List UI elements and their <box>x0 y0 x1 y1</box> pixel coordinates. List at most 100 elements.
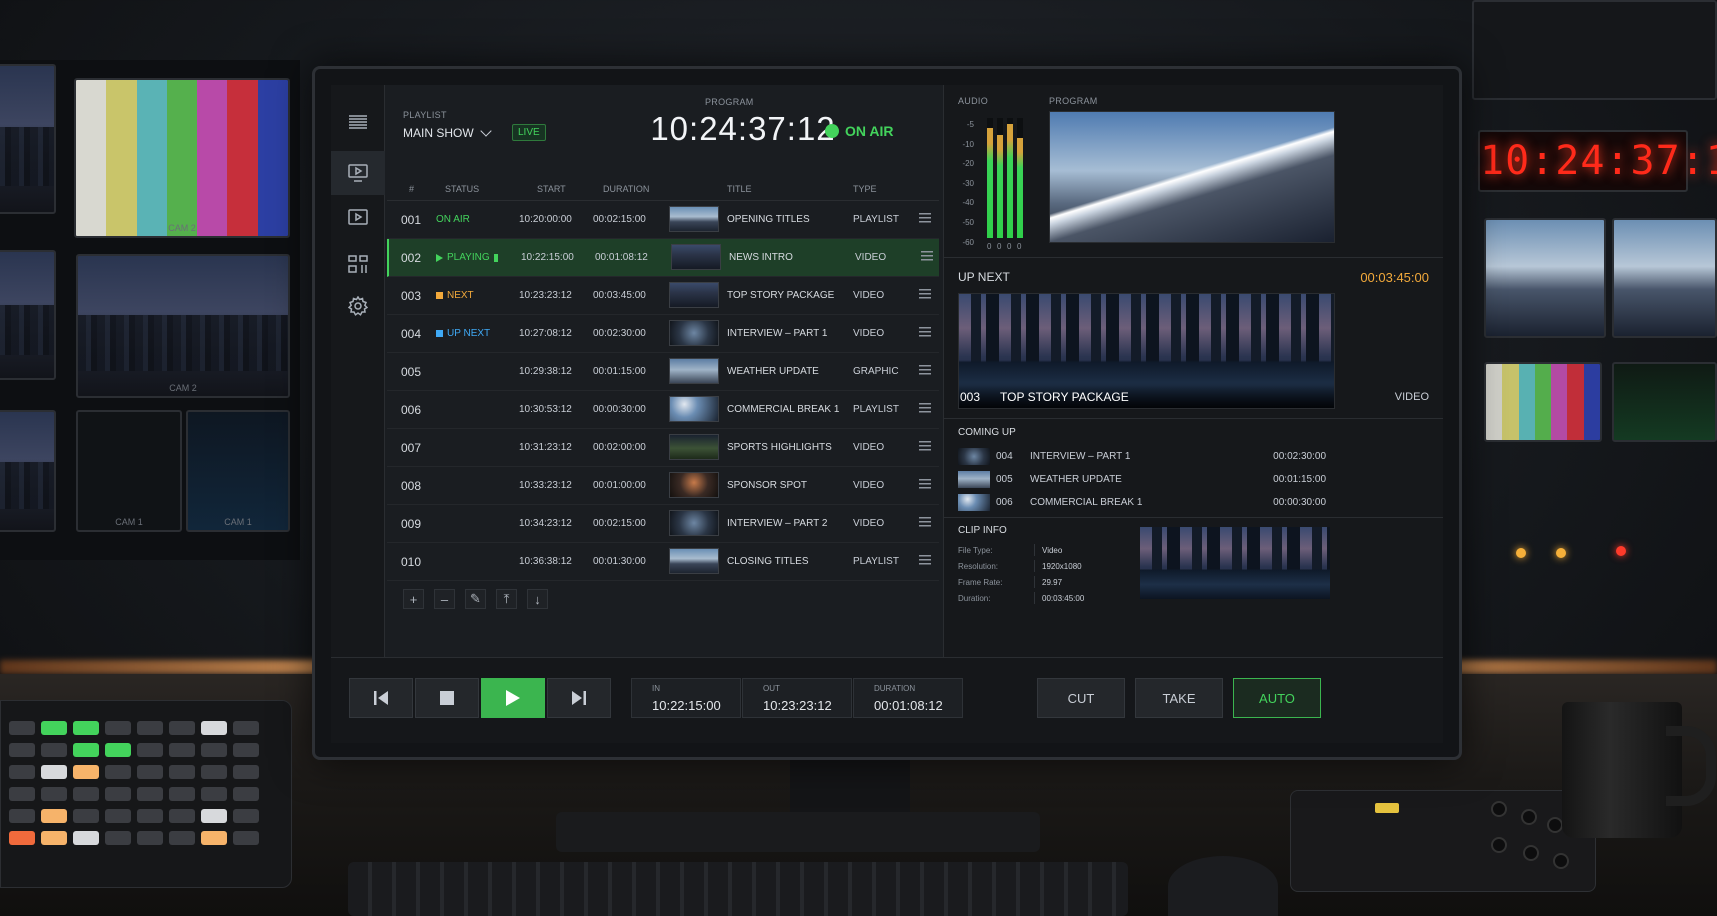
clip-info-row: Resolution: 1920x1080 <box>958 560 1128 572</box>
list-icon <box>349 115 367 129</box>
next-button[interactable] <box>547 678 611 718</box>
move-to-top-button[interactable]: ⤒ <box>496 589 517 609</box>
row-menu-icon[interactable] <box>919 327 931 337</box>
sidebar-item-program[interactable] <box>331 151 385 195</box>
row-menu-icon[interactable] <box>919 289 931 299</box>
row-status: NEXT <box>436 290 474 301</box>
table-row[interactable]: 003 NEXT 10:23:23:12 00:03:45:00 TOP STO… <box>387 277 939 315</box>
add-item-button[interactable]: + <box>403 589 424 609</box>
play-button[interactable] <box>481 678 545 718</box>
move-down-button[interactable]: ↓ <box>527 589 548 609</box>
coming-up-time: 00:01:15:00 <box>1273 474 1326 485</box>
audio-scale: -5 -10 -20 -30 -40 -50 -60 <box>956 115 974 252</box>
clip-info-value: Video <box>1042 546 1063 555</box>
skip-forward-icon <box>572 691 586 705</box>
row-number: 002 <box>401 251 422 265</box>
row-number: 006 <box>401 403 422 417</box>
take-button[interactable]: TAKE <box>1135 678 1223 718</box>
mouse <box>1168 856 1278 916</box>
up-next-title: TOP STORY PACKAGE <box>1000 390 1129 404</box>
playlist-name: MAIN SHOW <box>403 126 474 140</box>
auto-button[interactable]: AUTO <box>1233 678 1321 718</box>
program-preview-label: PROGRAM <box>1049 96 1098 106</box>
in-point-value: 10:22:15:00 <box>652 698 721 713</box>
cut-button[interactable]: CUT <box>1037 678 1125 718</box>
playlist-toolbar: + – ✎ ⤒ ↓ <box>403 589 548 609</box>
playlist-dropdown[interactable]: MAIN SHOW <box>403 125 492 140</box>
table-row[interactable]: 001 ON AIR 10:20:00:00 00:02:15:00 OPENI… <box>387 201 939 239</box>
row-type: PLAYLIST <box>853 404 899 415</box>
table-row[interactable]: 010 10:36:38:12 00:01:30:00 CLOSING TITL… <box>387 543 939 581</box>
table-row[interactable]: 007 10:31:23:12 00:02:00:00 SPORTS HIGHL… <box>387 429 939 467</box>
sidebar-item-settings[interactable] <box>331 284 385 328</box>
duration-display[interactable]: DURATION 00:01:08:12 <box>853 678 963 718</box>
sliders-icon <box>348 255 368 273</box>
row-menu-icon[interactable] <box>919 213 931 223</box>
row-number: 003 <box>401 289 422 303</box>
cam-label: CAM 2 <box>169 383 197 393</box>
row-number: 009 <box>401 517 422 531</box>
row-menu-icon[interactable] <box>919 403 931 413</box>
row-status: UP NEXT <box>436 328 490 339</box>
previous-button[interactable] <box>349 678 413 718</box>
play-window-icon <box>348 209 368 225</box>
row-thumbnail <box>669 206 719 232</box>
coming-up-item[interactable]: 005 WEATHER UPDATE 00:01:15:00 <box>958 470 1338 490</box>
table-row[interactable]: 009 10:34:23:12 00:02:15:00 INTERVIEW – … <box>387 505 939 543</box>
audio-meter-fill <box>997 134 1003 238</box>
on-air-indicator: ON AIR <box>825 123 893 139</box>
coming-up-item[interactable]: 004 INTERVIEW – PART 1 00:02:30:00 <box>958 447 1338 467</box>
coming-up-title: INTERVIEW – PART 1 <box>1030 451 1131 462</box>
cam-label: CAM 2 <box>168 223 196 233</box>
table-row[interactable]: 008 10:33:23:12 00:01:00:00 SPONSOR SPOT… <box>387 467 939 505</box>
table-row[interactable]: 005 10:29:38:12 00:01:15:00 WEATHER UPDA… <box>387 353 939 391</box>
sidebar-item-preview[interactable] <box>331 195 385 239</box>
wall-timecode-display: 10:24:37:12 <box>1478 130 1717 192</box>
edit-item-button[interactable]: ✎ <box>465 589 486 609</box>
row-menu-icon[interactable] <box>919 555 931 565</box>
table-row[interactable]: 006 10:30:53:12 00:00:30:00 COMMERCIAL B… <box>387 391 939 429</box>
play-icon <box>506 690 520 706</box>
audio-scale-tick: -10 <box>962 139 974 149</box>
audio-meter-zero: 0 <box>997 242 1002 251</box>
row-title: WEATHER UPDATE <box>727 366 819 377</box>
next-square-icon <box>436 292 443 299</box>
row-thumbnail <box>669 510 719 536</box>
table-row-playing[interactable]: 002 PLAYING 10:22:15:00 00:01:08:12 NEWS… <box>387 239 939 277</box>
audio-meter-3 <box>1007 118 1013 238</box>
sidebar-item-playlist[interactable] <box>331 100 385 144</box>
skip-back-icon <box>374 691 388 705</box>
row-start: 10:29:38:12 <box>519 366 572 377</box>
clip-info-key: Resolution: <box>958 562 999 571</box>
row-thumbnail <box>669 548 719 574</box>
table-row[interactable]: 004 UP NEXT 10:27:08:12 00:02:30:00 INTE… <box>387 315 939 353</box>
sidebar-item-controls[interactable] <box>331 242 385 286</box>
row-menu-icon[interactable] <box>921 251 933 261</box>
in-point-display[interactable]: IN 10:22:15:00 <box>631 678 741 718</box>
left-control-panel <box>0 700 292 888</box>
row-number: 004 <box>401 327 422 341</box>
row-start: 10:30:53:12 <box>519 404 572 415</box>
row-menu-icon[interactable] <box>919 365 931 375</box>
chevron-down-icon <box>480 125 492 137</box>
audio-meter-zero: 0 <box>1017 242 1022 251</box>
row-title: NEWS INTRO <box>729 252 793 263</box>
sidebar <box>331 85 385 657</box>
row-number: 005 <box>401 365 422 379</box>
row-menu-icon[interactable] <box>919 479 931 489</box>
row-menu-icon[interactable] <box>919 517 931 527</box>
stop-button[interactable] <box>415 678 479 718</box>
up-next-time: 00:03:45:00 <box>1360 270 1429 285</box>
remove-item-button[interactable]: – <box>434 589 455 609</box>
row-number: 001 <box>401 213 422 227</box>
row-menu-icon[interactable] <box>919 441 931 451</box>
clip-info-value: 29.97 <box>1042 578 1063 587</box>
row-number: 008 <box>401 479 422 493</box>
audio-scale-tick: -50 <box>962 217 974 227</box>
row-start: 10:20:00:00 <box>519 214 572 225</box>
out-point-display[interactable]: OUT 10:23:23:12 <box>742 678 852 718</box>
cam-label: CAM 1 <box>115 517 143 527</box>
coming-up-thumbnail <box>958 471 990 488</box>
coming-up-item[interactable]: 006 COMMERCIAL BREAK 1 00:00:30:00 <box>958 493 1338 513</box>
row-title: OPENING TITLES <box>727 214 810 225</box>
